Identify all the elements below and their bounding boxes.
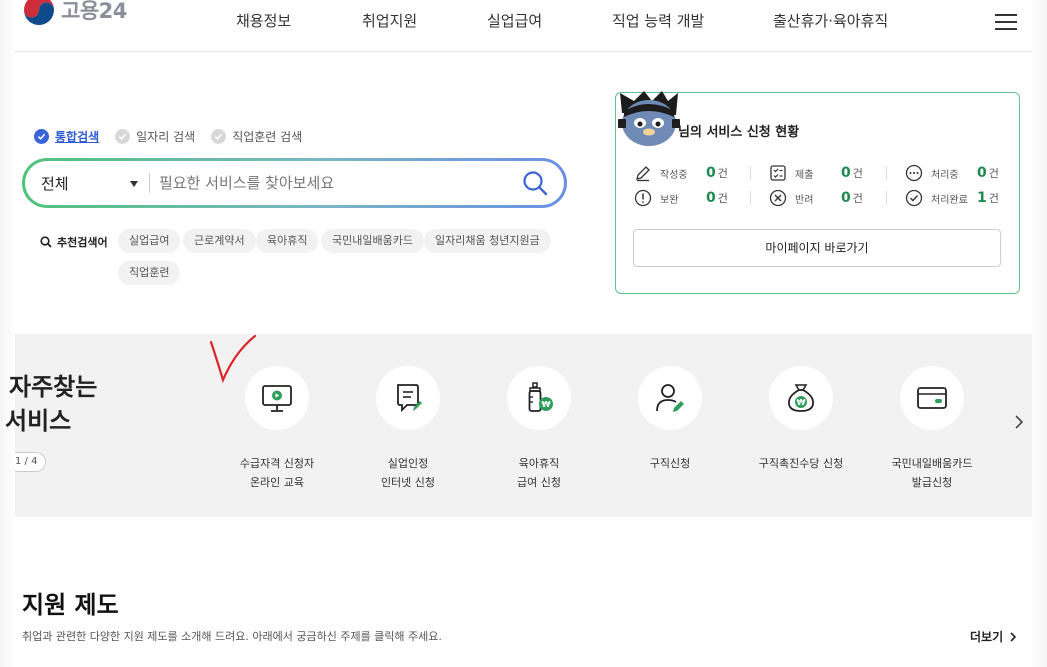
service-label: 국민내일배움카드 발급신청: [891, 457, 973, 489]
category-select[interactable]: 전체: [41, 173, 141, 194]
tab-label: 일자리 검색: [136, 130, 196, 144]
svg-text:₩: ₩: [797, 398, 806, 407]
site-logo[interactable]: 고용24: [23, 0, 127, 26]
mypage-button[interactable]: 마이페이지 바로가기: [633, 229, 1001, 267]
recommend-chip[interactable]: 직업훈련: [118, 261, 181, 285]
recommend-chip[interactable]: 근로계약서: [183, 229, 256, 253]
status-item-completed[interactable]: 처리완료 1 건: [905, 188, 999, 208]
recommend-chip[interactable]: 일자리채움 청년지원금: [424, 229, 551, 253]
carousel-pager: 1 / 4: [15, 452, 47, 472]
service-job-promotion-allowance[interactable]: ₩ 구직촉진수당 신청: [736, 366, 866, 473]
nav-item-unemployment-benefit[interactable]: 실업급여: [487, 10, 542, 31]
status-row: 보완 0 건 반려 0 건 처리완료 1 건: [634, 188, 1014, 208]
nav-item-skill-development[interactable]: 직업 능력 개발: [612, 10, 704, 31]
search-icon[interactable]: [522, 170, 548, 196]
support-section-title: 지원 제도: [22, 591, 119, 619]
support-section-description: 취업과 관련한 다양한 지원 제도를 소개해 드려요. 아래에서 궁금하신 주제…: [22, 630, 442, 643]
service-label: 육아휴직 급여 신청: [517, 457, 561, 489]
exclamation-circle-icon: [634, 189, 652, 207]
status-item-supplement[interactable]: 보완 0 건: [634, 188, 728, 208]
check-circle-icon: [115, 129, 131, 144]
nav-item-employment-support[interactable]: 취업지원: [362, 10, 417, 31]
service-label: 수급자격 신청자 온라인 교육: [239, 457, 315, 489]
pencil-icon: [636, 166, 650, 182]
character-avatar-icon: [618, 91, 680, 146]
status-title: 님의 서비스 신청 현황: [678, 125, 800, 140]
service-label: 구직촉진수당 신청: [758, 457, 844, 470]
service-label: 구직신청: [649, 457, 691, 470]
person-pen-icon: [656, 384, 684, 412]
service-national-card[interactable]: 국민내일배움카드 발급신청: [867, 366, 997, 492]
money-bag-icon: ₩: [788, 384, 814, 412]
card-icon: [917, 387, 947, 409]
frequent-services-title: 자주찾는 서비스: [5, 373, 98, 435]
recommend-label: 추천검색어: [40, 234, 108, 250]
search-icon: [40, 236, 52, 248]
service-online-education[interactable]: 수급자격 신청자 온라인 교육: [212, 366, 342, 492]
search-tabs: 통합검색 일자리 검색 직업훈련 검색: [34, 128, 302, 145]
service-label: 실업인정 인터넷 신청: [380, 457, 436, 489]
status-row: 작성중 0 건 제출 0 건 처리중 0 건: [634, 163, 1014, 183]
page-left-edge: [0, 0, 15, 667]
service-parental-leave-benefit[interactable]: ₩ 육아휴직 급여 신청: [474, 366, 604, 492]
check-circle-icon: [905, 189, 923, 207]
status-item-rejected[interactable]: 반려 0 건: [769, 188, 863, 208]
page-right-edge: [1032, 0, 1047, 667]
monitor-play-icon: [262, 385, 292, 412]
taegeuk-logo-icon: [24, 0, 54, 26]
recommend-chip[interactable]: 실업급여: [118, 229, 181, 253]
check-circle-icon: [34, 129, 49, 144]
logo-text: 고용24: [61, 0, 127, 23]
menu-icon[interactable]: [995, 14, 1017, 30]
more-link[interactable]: 더보기: [970, 628, 1018, 645]
service-status-card: 님의 서비스 신청 현황 작성중 0 건 제출 0 건 처리중 0 건 보완 0…: [615, 91, 1020, 294]
recommend-chip[interactable]: 국민내일배움카드: [321, 229, 424, 253]
document-pen-icon: [397, 384, 422, 413]
checklist-icon: [770, 165, 786, 181]
tab-label: 통합검색: [55, 130, 100, 144]
ellipsis-circle-icon: [905, 164, 923, 182]
x-circle-icon: [769, 189, 787, 207]
svg-text:₩: ₩: [542, 400, 551, 409]
divider: [149, 173, 150, 193]
frequent-services-section: 자주찾는 서비스 1 / 4 수급자격 신청자 온라인 교육 실업인정 인터넷 …: [5, 334, 1032, 517]
chevron-right-icon: [1010, 631, 1017, 642]
baby-bottle-icon: ₩: [528, 382, 553, 412]
tab-job-search[interactable]: 일자리 검색: [115, 128, 195, 145]
site-header: 고용24 채용정보 취업지원 실업급여 직업 능력 개발 출산휴가·육아휴직: [15, 0, 1032, 52]
nav-item-parental-leave[interactable]: 출산휴가·육아휴직: [773, 10, 888, 31]
tab-integrated-search[interactable]: 통합검색: [34, 128, 99, 145]
search-box: 전체: [22, 158, 567, 208]
tab-training-search[interactable]: 직업훈련 검색: [211, 128, 302, 145]
status-item-processing[interactable]: 처리중 0 건: [905, 163, 999, 183]
recommend-chip[interactable]: 육아휴직: [256, 229, 319, 253]
status-item-writing[interactable]: 작성중 0 건: [634, 163, 728, 183]
caret-down-icon[interactable]: [130, 181, 138, 187]
chevron-right-icon[interactable]: [1012, 414, 1026, 430]
check-circle-icon: [211, 129, 227, 144]
search-input[interactable]: [159, 167, 509, 199]
tab-label: 직업훈련 검색: [232, 130, 303, 144]
service-job-application[interactable]: 구직신청: [605, 366, 735, 473]
service-unemployment-recognition[interactable]: 실업인정 인터넷 신청: [343, 366, 473, 492]
status-item-submitted[interactable]: 제출 0 건: [769, 163, 863, 183]
nav-item-jobs[interactable]: 채용정보: [236, 10, 291, 31]
